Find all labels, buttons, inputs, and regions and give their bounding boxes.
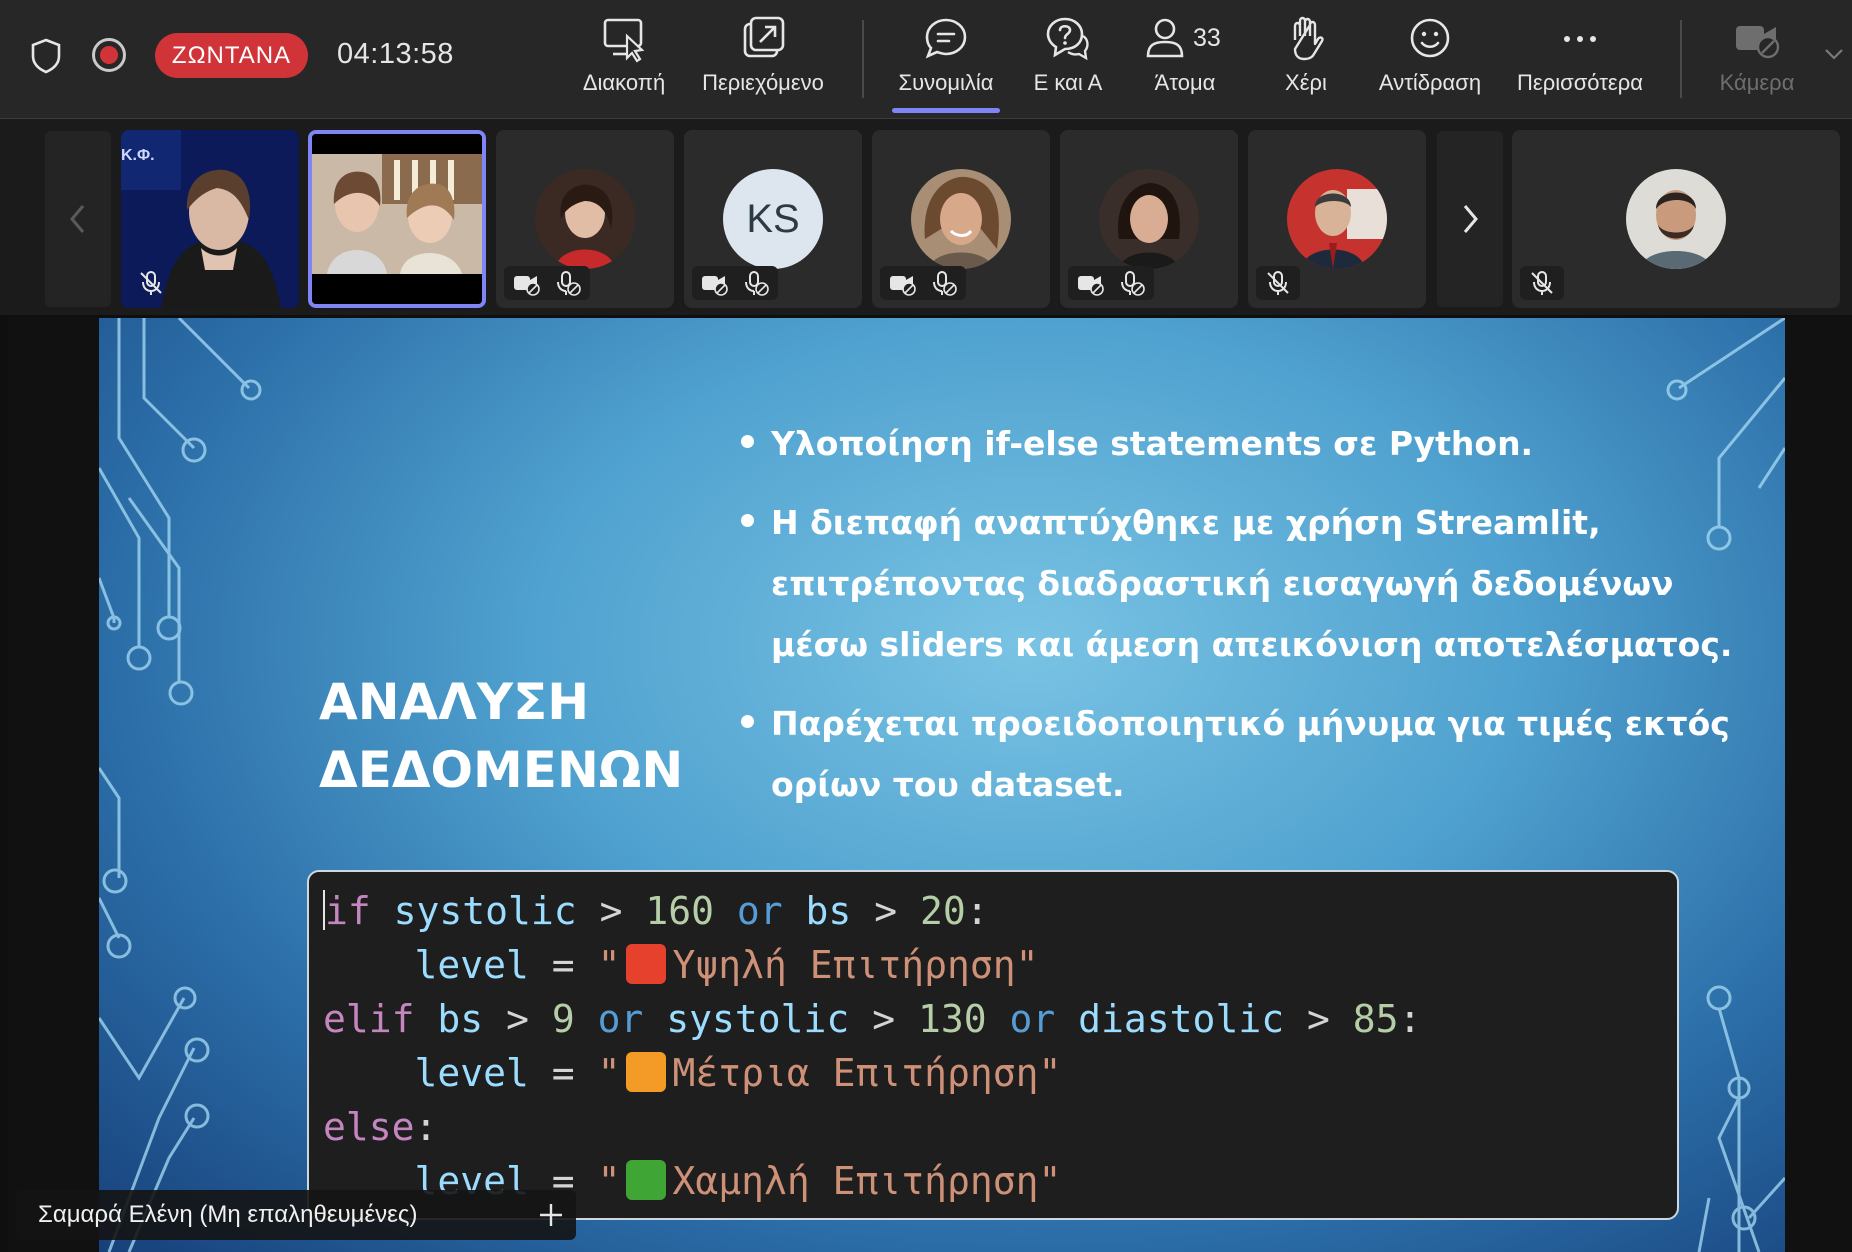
more-dots-icon <box>1564 36 1596 42</box>
tile-indicators <box>1520 266 1564 300</box>
orange-square-icon <box>626 1052 667 1092</box>
more-label: Περισσότερα <box>1517 70 1643 95</box>
live-badge: ΖΩΝΤΑΝΑ <box>155 33 308 78</box>
camera-off-icon <box>890 276 916 296</box>
tile-indicators <box>692 266 778 300</box>
svg-text:Κ.Φ.: Κ.Φ. <box>121 147 155 164</box>
reaction-label: Αντίδραση <box>1378 70 1482 95</box>
more-button[interactable]: Περισσότερα <box>1508 14 1652 106</box>
people-count: 33 <box>1193 24 1221 52</box>
hand-label: Χέρι <box>1285 70 1327 95</box>
participant-tile-active[interactable] <box>308 130 486 308</box>
toolbar-divider <box>1680 20 1682 98</box>
code-line: level = " Μέτρια Επιτήρηση" <box>414 1051 1062 1095</box>
avatar <box>911 169 1011 269</box>
presenter-name: Σαμαρά Ελένη (Μη επαληθευμένες) <box>38 1201 418 1228</box>
participant-tile[interactable] <box>1060 130 1238 308</box>
avatar <box>1099 169 1199 269</box>
chat-icon <box>925 18 967 59</box>
mic-off-icon <box>1531 271 1553 295</box>
chat-button[interactable]: Συνομιλία <box>889 14 1003 106</box>
tile-indicators <box>129 266 173 300</box>
stop-label: Διακοπή <box>582 70 666 95</box>
participant-tile[interactable]: KS <box>684 130 862 308</box>
green-square-icon <box>626 1160 667 1200</box>
question-answer-icon <box>1046 17 1089 61</box>
tile-indicators <box>880 266 966 300</box>
mic-off-icon <box>557 271 581 296</box>
stop-button[interactable]: Διακοπή <box>578 14 670 106</box>
participant-tile[interactable] <box>1248 130 1426 308</box>
presenter-name-tag: Σαμαρά Ελένη (Μη επαληθευμένες) <box>16 1190 576 1240</box>
mic-off-icon <box>1267 271 1289 295</box>
people-icon <box>1146 18 1184 58</box>
code-line: elif bs > 9 or systolic > 130 or diastol… <box>323 997 1422 1041</box>
tile-indicators <box>1068 266 1154 300</box>
participant-tile[interactable]: Κ.Φ. <box>121 130 299 308</box>
next-participants-button[interactable] <box>1437 131 1503 307</box>
mic-off-icon <box>140 271 162 295</box>
shared-slide: ΑΝΑΛΥΣΗ ΔΕΔΟΜΕΝΩΝ Υλοποίηση if-else stat… <box>99 318 1785 1252</box>
chevron-right-icon <box>1463 205 1478 233</box>
camera-off-icon <box>1078 276 1104 296</box>
camera-off-icon <box>514 276 540 296</box>
plus-icon[interactable] <box>536 1200 566 1230</box>
avatar <box>535 169 635 269</box>
mic-off-icon <box>933 271 957 296</box>
mic-off-icon <box>745 271 769 296</box>
camera-label: Κάμερα <box>1719 70 1795 95</box>
participant-tile[interactable] <box>496 130 674 308</box>
mic-off-icon <box>1121 271 1145 296</box>
content-button[interactable]: Περιεχόμενο <box>693 14 833 106</box>
share-content-icon <box>743 16 785 58</box>
bullet-item: Υλοποίηση if-else statements σε Python. <box>739 413 1749 474</box>
slide-bullets: Υλοποίηση if-else statements σε Python. … <box>739 413 1749 833</box>
avatar <box>1626 169 1726 269</box>
reaction-button[interactable]: Αντίδραση <box>1372 14 1488 106</box>
hand-icon <box>1293 16 1324 61</box>
content-label: Περιεχόμενο <box>702 70 824 95</box>
recording-icon <box>92 38 126 72</box>
slide-title-line: ΔΕΔΟΜΕΝΩΝ <box>319 741 684 799</box>
people-label: Άτομα <box>1154 70 1216 95</box>
qa-label: Ε και Α <box>1033 70 1103 95</box>
smiley-icon <box>1410 18 1450 58</box>
meeting-timer: 04:13:58 <box>337 38 454 70</box>
chat-active-indicator <box>892 108 1000 113</box>
avatar-initials: KS <box>723 169 823 269</box>
raise-hand-button[interactable]: Χέρι <box>1264 14 1348 106</box>
qa-button[interactable]: Ε και Α <box>1026 14 1110 106</box>
camera-button[interactable]: Κάμερα <box>1712 14 1802 106</box>
participant-tile[interactable] <box>1512 130 1840 308</box>
code-line: level = " Υψηλή Επιτήρηση" <box>414 943 1039 987</box>
tile-indicators <box>1256 266 1300 300</box>
slide-title: ΑΝΑΛΥΣΗ ΔΕΔΟΜΕΝΩΝ <box>319 668 683 804</box>
chevron-left-icon <box>70 205 85 233</box>
code-block: if systolic > 160 or bs > 20: level = " Υ… <box>307 870 1679 1220</box>
chat-label: Συνομιλία <box>898 70 994 95</box>
previous-participants-button[interactable] <box>45 131 111 307</box>
avatar <box>1287 169 1387 269</box>
toolbar-divider <box>862 20 864 98</box>
code-line: else: <box>323 1105 438 1149</box>
code-line: if systolic > 160 or bs > 20: <box>323 889 989 933</box>
meeting-toolbar: ΖΩΝΤΑΝΑ 04:13:58 Διακοπή Περιεχόμενο Συν… <box>0 0 1852 119</box>
camera-off-icon <box>1736 26 1780 59</box>
chevron-down-icon[interactable] <box>1822 42 1846 66</box>
tile-indicators <box>504 266 590 300</box>
participant-tile[interactable] <box>872 130 1050 308</box>
bullet-item: Παρέχεται προειδοποιητικό μήνυμα για τιμ… <box>739 693 1749 815</box>
slide-title-line: ΑΝΑΛΥΣΗ <box>319 673 590 731</box>
bullet-item: Η διεπαφή αναπτύχθηκε με χρήση Streamlit… <box>739 492 1749 675</box>
camera-off-icon <box>702 276 728 296</box>
participant-video <box>312 134 482 304</box>
shield-icon[interactable] <box>30 38 62 74</box>
red-square-icon <box>626 944 667 984</box>
stop-presenting-icon <box>603 18 645 63</box>
